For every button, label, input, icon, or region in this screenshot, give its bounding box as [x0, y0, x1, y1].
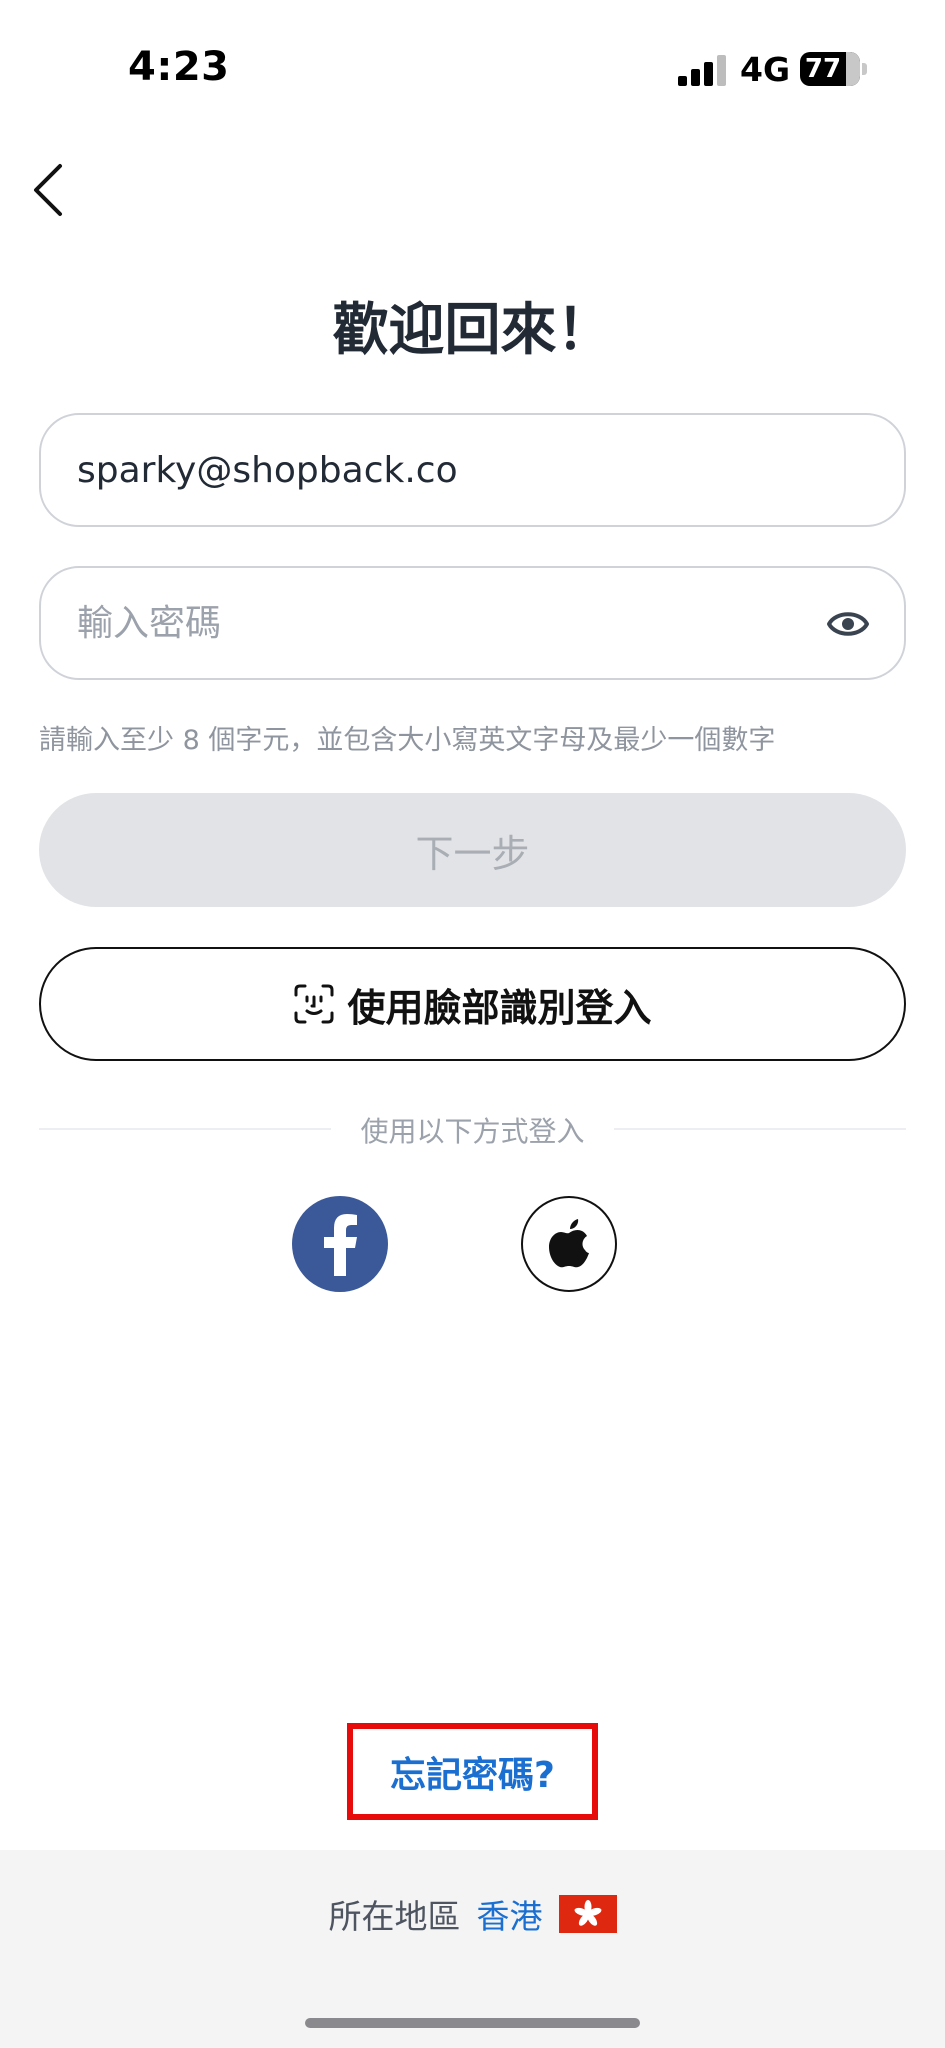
- password-hint: 請輸入至少 8 個字元，並包含大小寫英文字母及最少一個數字: [39, 725, 776, 756]
- footer: 所在地區 香港: [0, 1850, 945, 2048]
- battery-cap: [862, 63, 867, 75]
- email-field[interactable]: [77, 415, 817, 525]
- status-time: 4:23: [128, 44, 230, 90]
- home-indicator: [305, 2018, 640, 2028]
- show-password-icon[interactable]: [826, 604, 870, 644]
- apple-icon: [549, 1219, 589, 1268]
- battery-icon: 77: [800, 52, 860, 86]
- apple-login-button[interactable]: [521, 1196, 617, 1292]
- facebook-login-button[interactable]: [292, 1196, 388, 1292]
- password-field-container: [39, 566, 906, 680]
- signal-icon: [678, 55, 726, 86]
- forgot-password-highlight: 忘記密碼?: [347, 1723, 598, 1820]
- region-label: 所在地區: [328, 1897, 461, 1936]
- face-id-login-button[interactable]: 使用臉部識別登入: [39, 947, 906, 1061]
- face-id-login-label: 使用臉部識別登入: [347, 985, 652, 1030]
- forgot-password-link[interactable]: 忘記密碼?: [390, 1746, 555, 1798]
- face-id-icon: [294, 984, 334, 1024]
- facebook-icon: [324, 1214, 357, 1276]
- social-login-label: 使用以下方式登入: [360, 1115, 585, 1148]
- region-selector[interactable]: 所在地區 香港: [0, 1890, 945, 1938]
- back-button[interactable]: [30, 162, 70, 218]
- battery-level: 77: [804, 54, 842, 84]
- network-type: 4G: [740, 50, 791, 89]
- next-button[interactable]: 下一步: [39, 793, 906, 907]
- hong-kong-flag-icon: [558, 1895, 617, 1933]
- email-field-container: [39, 413, 906, 527]
- chevron-left-icon: [34, 164, 62, 216]
- password-field[interactable]: [77, 568, 817, 678]
- region-value[interactable]: 香港: [477, 1890, 543, 1938]
- page-title: 歡迎回來！: [332, 298, 613, 363]
